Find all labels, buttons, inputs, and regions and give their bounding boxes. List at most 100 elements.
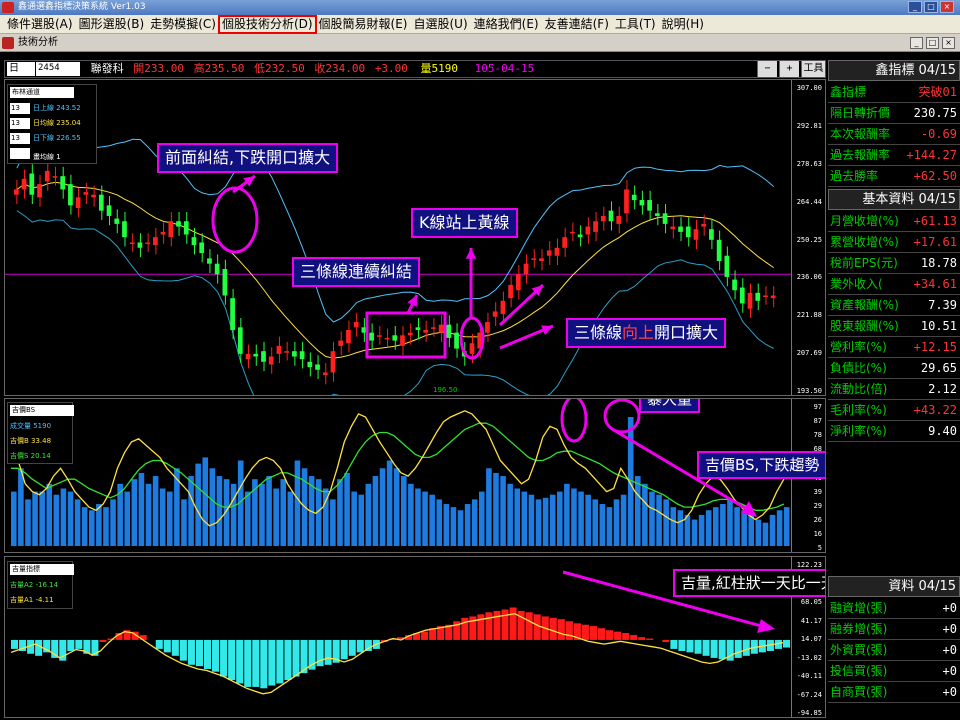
zoom-out-button[interactable]: − [757, 61, 777, 77]
candle-body [577, 234, 583, 238]
menu-item-8[interactable]: 工具(T) [612, 16, 659, 33]
volume-bar [464, 504, 471, 546]
candle-body [716, 239, 722, 262]
tools-button[interactable]: 工具 [801, 61, 825, 77]
period-select[interactable]: 日 [7, 62, 35, 76]
side-row-label: 毛利率(%) [830, 403, 887, 417]
jiliang-bar [163, 639, 171, 653]
vol-legend-title[interactable]: 吉量指標 [10, 564, 74, 575]
y-tick-label: 250.25 [796, 235, 822, 244]
legend-period-input[interactable] [10, 148, 30, 159]
sub-minimize-button[interactable]: _ [910, 37, 923, 49]
volume-bar [507, 483, 513, 546]
jiliang-bar [203, 639, 212, 669]
annotation-arrow-head [465, 248, 477, 259]
candle-body [593, 221, 598, 232]
volume-bar [401, 476, 407, 546]
jiliang-bar [557, 619, 565, 640]
jiliang-bar [356, 639, 364, 653]
y-tick-label: -67.24 [796, 690, 822, 699]
side-row: 負債比(%) 29.65 [828, 358, 960, 379]
volume-bar [202, 457, 209, 546]
side-row: 營利率(%) +12.15 [828, 337, 960, 358]
volume-bar [592, 499, 599, 546]
sub-close-button[interactable]: × [942, 37, 955, 49]
volume-bar [486, 468, 492, 546]
side-row-label: 資產報酬(%) [830, 298, 899, 312]
y-tick-label: 26 [813, 515, 822, 524]
menu-item-6[interactable]: 連絡我們(E) [471, 16, 542, 33]
menu-item-4[interactable]: 個股簡易財報(E) [316, 16, 411, 33]
close-button[interactable]: × [940, 1, 954, 13]
candle-body [739, 287, 745, 304]
legend-row-label: 吉價B 33.48 [10, 437, 52, 445]
jiliang-bar [260, 639, 268, 689]
highlight-ellipse [603, 399, 641, 434]
volume-bar [705, 510, 712, 546]
low-value: 232.50 [265, 62, 305, 75]
y-tick-label: 207.69 [796, 349, 822, 358]
menu-item-2[interactable]: 走勢模擬(C) [147, 16, 219, 33]
menu-item-7[interactable]: 友善連結(F) [542, 16, 612, 33]
y-tick-label: 307.00 [796, 84, 822, 92]
legend-row-label: 日下線 226.55 [33, 134, 81, 142]
candle-body [52, 176, 58, 178]
zoom-in-button[interactable]: + [779, 61, 799, 77]
volume-bar [294, 460, 301, 546]
jiliang-bar [228, 639, 236, 681]
maximize-button[interactable]: □ [924, 1, 938, 13]
volume-bar [606, 507, 613, 546]
side-row: 自商買(張) +0 [828, 682, 960, 703]
menu-item-1[interactable]: 圖形選股(B) [76, 16, 148, 33]
candle-body [639, 200, 645, 206]
volume-value: 5190 [431, 62, 459, 75]
side-row-label: 過去報酬率 [830, 148, 891, 162]
side-row-label: 鑫指標 [830, 85, 867, 99]
annotation-part-1: 三條線 [574, 323, 623, 342]
candle-body [446, 324, 452, 338]
legend-row: 成交量 5190 [10, 421, 51, 431]
side-row: 月營收增(%) +61.13 [828, 211, 960, 232]
legend-row-label: 吉價S 20.14 [10, 452, 51, 460]
volume-bar [145, 483, 152, 546]
candle-body [693, 229, 699, 240]
sub-restore-button[interactable]: □ [926, 37, 939, 49]
candle-body [160, 231, 166, 235]
bs-legend: 吉價BS 成交量 5190 吉價B 33.48 吉價S 20.14 [7, 402, 74, 464]
legend-row: 畫均線 1 [10, 148, 61, 162]
annotation-three-lines-open-up: 三條線向上開口擴大 [566, 318, 727, 348]
stock-code-input[interactable]: 2454 [36, 62, 80, 76]
volume-bar [684, 514, 691, 546]
candle-body [191, 237, 197, 246]
volume-bar [776, 510, 783, 546]
jiliang-bar [477, 614, 485, 640]
jiliang-bar [252, 639, 260, 687]
jiliang-bar [734, 639, 742, 658]
candle-body [438, 324, 444, 333]
side-row: 過去報酬率 +144.27 [828, 145, 960, 166]
candle-body [214, 263, 220, 275]
volume-bar [103, 507, 109, 546]
menu-item-0[interactable]: 條件選股(A) [4, 16, 76, 33]
minimize-button[interactable]: _ [908, 1, 922, 13]
candle-body [562, 237, 568, 248]
menu-item-9[interactable]: 說明(H) [659, 16, 707, 33]
close-value: 234.00 [325, 62, 366, 75]
legend-period-input[interactable]: 13 [10, 118, 30, 129]
volume-bar [67, 491, 74, 546]
jiliang-bar [340, 639, 348, 660]
candle-body [585, 226, 591, 235]
legend-row: 吉價S 20.14 [10, 451, 51, 461]
menu-item-3[interactable]: 個股技術分析(D) [217, 14, 317, 34]
bollinger-legend-title[interactable]: 布林通道 [10, 87, 74, 98]
volume-bar [287, 491, 294, 546]
volume-bar [670, 507, 677, 546]
candle-body [37, 184, 42, 198]
legend-period-input[interactable]: 13 [10, 103, 30, 114]
menu-item-5[interactable]: 自選股(U) [411, 16, 471, 33]
bs-legend-title[interactable]: 吉價BS [10, 405, 74, 416]
candle-body [222, 268, 228, 296]
trend-arrow-head [757, 619, 775, 633]
side-row-label: 淨利率(%) [830, 424, 887, 438]
legend-period-input[interactable]: 13 [10, 133, 30, 144]
